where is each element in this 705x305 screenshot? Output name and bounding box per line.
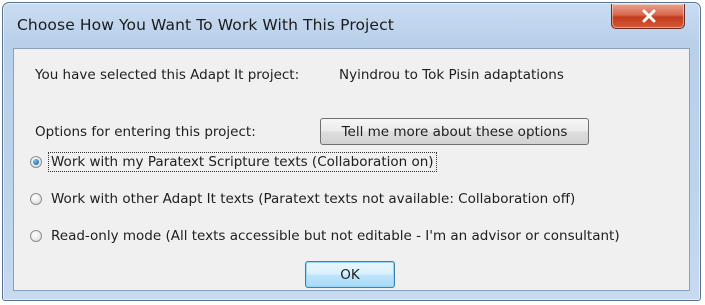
more-info-button[interactable]: Tell me more about these options — [320, 118, 589, 145]
radio-button[interactable] — [30, 230, 42, 242]
radio-label[interactable]: Read-only mode (All texts accessible but… — [49, 227, 622, 245]
close-icon — [642, 9, 656, 23]
radio-label[interactable]: Work with other Adapt It texts (Paratext… — [49, 190, 577, 208]
project-label: You have selected this Adapt It project: — [35, 67, 300, 83]
dialog-body: You have selected this Adapt It project:… — [13, 48, 690, 291]
radio-label[interactable]: Work with my Paratext Scripture texts (C… — [48, 152, 437, 172]
radio-option-collaboration-off[interactable]: Work with other Adapt It texts (Paratext… — [30, 189, 577, 209]
dialog-window: Choose How You Want To Work With This Pr… — [2, 2, 701, 301]
project-name: Nyindrou to Tok Pisin adaptations — [339, 67, 564, 83]
dialog-title: Choose How You Want To Work With This Pr… — [17, 16, 394, 34]
ok-button[interactable]: OK — [305, 261, 395, 288]
radio-button-selected[interactable] — [30, 156, 42, 168]
options-label: Options for entering this project: — [35, 124, 256, 140]
close-button[interactable] — [611, 4, 685, 29]
radio-option-read-only[interactable]: Read-only mode (All texts accessible but… — [30, 226, 622, 246]
radio-option-collaboration-on[interactable]: Work with my Paratext Scripture texts (C… — [30, 152, 437, 172]
radio-button[interactable] — [30, 193, 42, 205]
